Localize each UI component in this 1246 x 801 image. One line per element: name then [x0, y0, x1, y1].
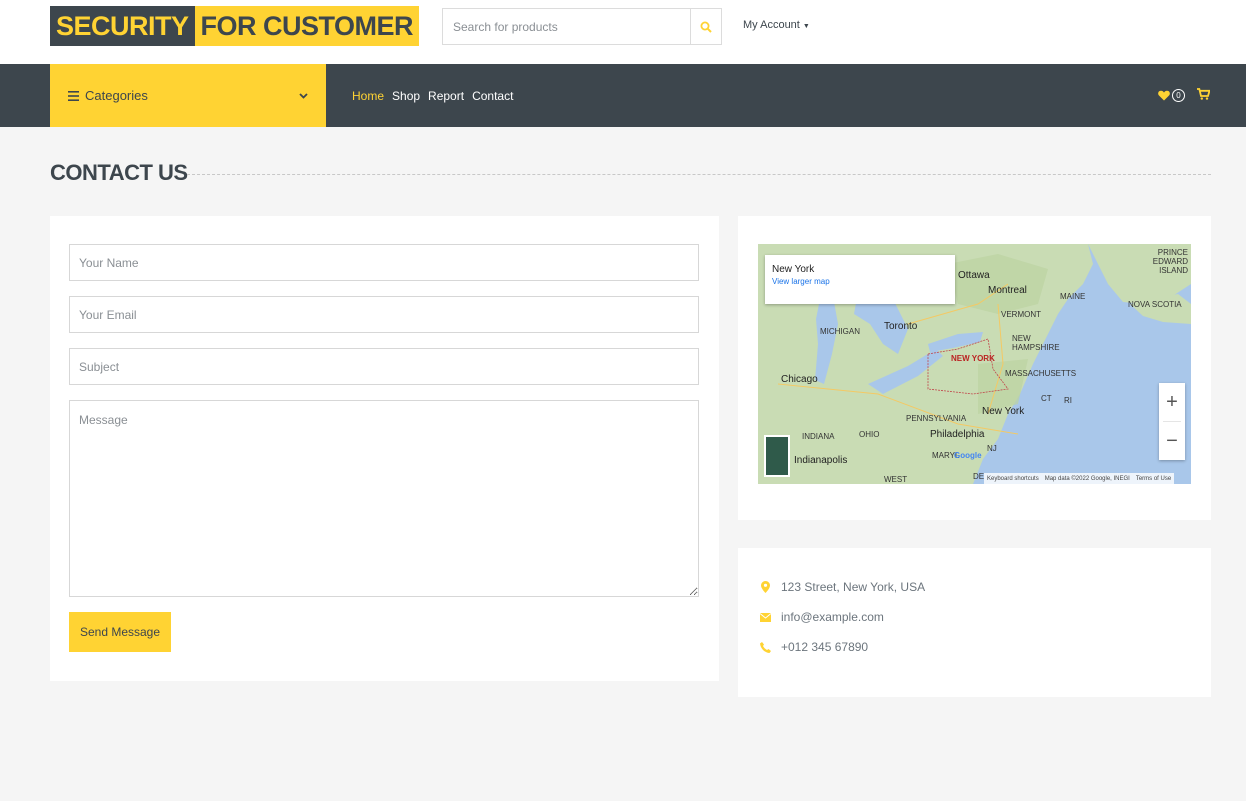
search-icon: [700, 21, 712, 33]
google-logo: Google: [954, 451, 982, 460]
map-place-title: New York: [772, 264, 815, 275]
map-label-pei: PRINCE EDWARD ISLAND: [1152, 248, 1188, 275]
map-satellite-toggle[interactable]: [764, 435, 790, 477]
map-label-ohio: OHIO: [859, 430, 880, 439]
logo-part-1: SECURITY: [50, 6, 195, 46]
map-attribution: Keyboard shortcuts Map data ©2022 Google…: [984, 473, 1175, 484]
map-zoom-control: + −: [1159, 383, 1185, 460]
title-divider: [187, 174, 1211, 175]
map-place-popup: New York View larger map: [765, 255, 955, 304]
map-label-massachusetts: MASSACHUSETTS: [1005, 369, 1077, 378]
search-box: [442, 8, 722, 45]
map-label-vermont: VERMONT: [1001, 310, 1041, 319]
search-input[interactable]: [443, 9, 690, 44]
name-field[interactable]: [69, 244, 699, 281]
subject-field[interactable]: [69, 348, 699, 385]
message-field[interactable]: [69, 400, 699, 597]
map-label-ct: CT: [1041, 394, 1052, 403]
map-label-maine: MAINE: [1060, 292, 1086, 301]
map-label-new-york-state: NEW YORK: [951, 354, 995, 363]
nav-link-home[interactable]: Home: [352, 89, 384, 103]
plus-icon: +: [1166, 390, 1178, 413]
my-account-label: My Account: [743, 19, 800, 31]
map-label-ri: RI: [1064, 396, 1072, 405]
topbar: SECURITY FOR CUSTOMER My Account ▼: [0, 0, 1246, 64]
my-account-dropdown[interactable]: My Account ▼: [743, 19, 810, 31]
map-label-toronto: Toronto: [884, 321, 918, 332]
map-label-indiana: INDIANA: [802, 432, 835, 441]
nav-link-contact[interactable]: Contact: [472, 89, 513, 103]
map-label-west: WEST: [884, 475, 908, 484]
map-label-michigan: MICHIGAN: [820, 327, 860, 336]
map-marker-icon: [760, 581, 770, 593]
site-logo[interactable]: SECURITY FOR CUSTOMER: [50, 6, 420, 46]
map-label-nj: NJ: [987, 444, 997, 453]
zoom-out-button[interactable]: −: [1159, 422, 1185, 460]
map-data-text: Map data ©2022 Google, INEGI: [1044, 475, 1130, 482]
keyboard-shortcuts-link[interactable]: Keyboard shortcuts: [987, 476, 1039, 482]
main-navbar: Categories Home Shop Report Contact 0: [0, 64, 1246, 127]
map-label-philadelphia: Philadelphia: [930, 429, 985, 440]
categories-button[interactable]: Categories: [50, 64, 326, 127]
nav-icons: 0: [1158, 64, 1211, 127]
phone-text[interactable]: +012 345 67890: [781, 640, 868, 654]
caret-down-icon: ▼: [802, 23, 810, 30]
contact-form: Send Message: [50, 216, 719, 681]
phone-row: +012 345 67890: [758, 640, 868, 654]
map-label-indianapolis: Indianapolis: [794, 455, 848, 466]
map-card: Ottawa Montreal MAINE NOVA SCOTIA PRINCE…: [738, 216, 1211, 520]
google-map[interactable]: Ottawa Montreal MAINE NOVA SCOTIA PRINCE…: [758, 244, 1191, 484]
email-text[interactable]: info@example.com: [781, 610, 884, 624]
map-label-montreal: Montreal: [988, 285, 1027, 296]
map-label-ottawa: Ottawa: [958, 270, 990, 281]
zoom-in-button[interactable]: +: [1159, 383, 1185, 421]
logo-part-2: FOR CUSTOMER: [194, 6, 420, 46]
email-field[interactable]: [69, 296, 699, 333]
minus-icon: −: [1166, 429, 1178, 452]
page-title: CONTACT US: [50, 160, 188, 185]
wishlist-button[interactable]: 0: [1158, 89, 1185, 102]
heart-icon: [1158, 90, 1170, 101]
wishlist-count-badge: 0: [1172, 89, 1185, 102]
contact-info-card: 123 Street, New York, USA info@example.c…: [738, 548, 1211, 697]
categories-label: Categories: [85, 88, 148, 103]
email-row: info@example.com: [758, 610, 884, 624]
address-text: 123 Street, New York, USA: [781, 580, 926, 594]
map-label-chicago: Chicago: [781, 374, 818, 385]
map-label-new-hampshire: NEW HAMPSHIRE: [1012, 334, 1060, 352]
chevron-down-icon: [299, 92, 308, 99]
search-button[interactable]: [690, 9, 721, 44]
cart-icon: [1197, 88, 1211, 100]
map-label-nova-scotia: NOVA SCOTIA: [1128, 300, 1182, 309]
nav-links: Home Shop Report Contact: [352, 64, 513, 127]
send-message-button[interactable]: Send Message: [69, 612, 171, 652]
envelope-icon: [759, 612, 771, 622]
phone-icon: [759, 641, 771, 653]
nav-link-shop[interactable]: Shop: [392, 89, 420, 103]
map-label-new-york-city: New York: [982, 406, 1025, 417]
map-label-de: DE: [973, 472, 985, 481]
cart-button[interactable]: [1197, 88, 1211, 103]
address-row: 123 Street, New York, USA: [758, 580, 925, 594]
nav-link-report[interactable]: Report: [428, 89, 464, 103]
bars-icon: [68, 90, 79, 101]
view-larger-map-link[interactable]: View larger map: [772, 277, 948, 286]
terms-of-use-link[interactable]: Terms of Use: [1136, 476, 1171, 482]
map-label-pennsylvania: PENNSYLVANIA: [906, 414, 967, 423]
